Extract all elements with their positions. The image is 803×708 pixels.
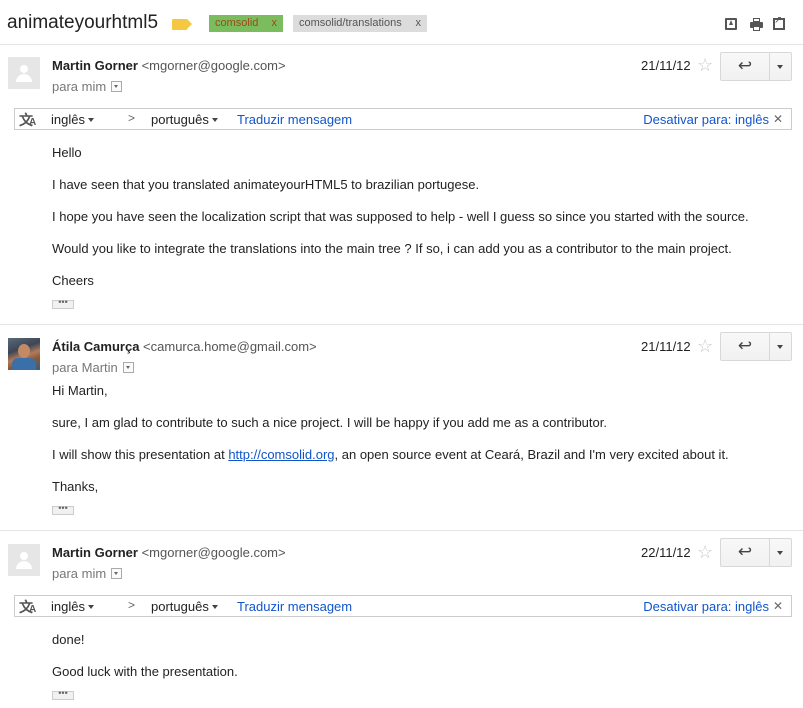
star-icon[interactable]: ☆ (697, 337, 713, 355)
target-language-select[interactable]: português (151, 112, 218, 127)
message-date: 21/11/12 (641, 58, 691, 73)
message-body-line: I have seen that you translated animatey… (52, 177, 480, 192)
translate-icon: 文A (19, 112, 37, 128)
source-language-select[interactable]: inglês (51, 112, 94, 127)
close-icon[interactable]: ✕ (773, 112, 783, 126)
star-icon[interactable]: ☆ (697, 56, 713, 74)
recipient-text: para mim (52, 566, 107, 581)
message-body-line: done! (52, 632, 85, 647)
message-date: 22/11/12 (641, 545, 691, 560)
disable-translation-link[interactable]: Desativar para: inglês (643, 599, 769, 614)
target-language-select[interactable]: português (151, 599, 218, 614)
print-icon[interactable] (750, 18, 763, 31)
more-actions-icon[interactable] (770, 539, 791, 566)
sender-name: Martin Gorner (52, 58, 138, 73)
divider (0, 44, 803, 45)
sender-email: <mgorner@google.com> (141, 545, 286, 560)
message-date: 21/11/12 (641, 339, 691, 354)
reply-icon[interactable]: ↩ (721, 53, 770, 80)
sender-name: Átila Camurça (52, 339, 140, 354)
translate-icon: 文A (19, 599, 37, 615)
more-actions-icon[interactable] (770, 333, 791, 360)
message-sender[interactable]: Martin Gorner <mgorner@google.com> (52, 545, 286, 560)
show-trimmed-content-button[interactable]: ••• (52, 504, 74, 515)
label-text: comsolid (215, 17, 259, 29)
message-sender[interactable]: Martin Gorner <mgorner@google.com> (52, 58, 286, 73)
disable-translation-link[interactable]: Desativar para: inglês (643, 112, 769, 127)
message-body-line: I hope you have seen the localization sc… (52, 209, 749, 224)
email-subject: animateyourhtml5 (7, 12, 159, 33)
show-trimmed-content-button[interactable]: ••• (52, 689, 74, 700)
message-sender[interactable]: Átila Camurça <camurca.home@gmail.com> (52, 339, 317, 354)
close-icon[interactable]: ✕ (773, 599, 783, 613)
message-body-line: Hello (52, 145, 82, 160)
sender-email: <camurca.home@gmail.com> (143, 339, 317, 354)
divider (0, 530, 803, 531)
details-dropdown-icon[interactable] (111, 568, 123, 579)
reply-button-group: ↩ (720, 52, 792, 81)
recipient-text: para Martin (52, 360, 118, 375)
recipient-line: para mim (52, 566, 123, 581)
more-actions-icon[interactable] (770, 53, 791, 80)
chevron-right-icon: > (128, 111, 136, 125)
sender-email: <mgorner@google.com> (141, 58, 286, 73)
message-body-line: Good luck with the presentation. (52, 664, 238, 679)
message-body-line: Cheers (52, 273, 94, 288)
reply-button-group: ↩ (720, 538, 792, 567)
chevron-right-icon: > (128, 598, 136, 612)
message-body-line: I will show this presentation at http://… (52, 447, 729, 462)
label-chip-comsolid[interactable]: comsolid x (209, 15, 283, 32)
label-tag-icon[interactable] (172, 19, 192, 30)
recipient-line: para mim (52, 79, 123, 94)
details-dropdown-icon[interactable] (111, 81, 123, 92)
message-body-line: sure, I am glad to contribute to such a … (52, 415, 607, 430)
remove-label-button[interactable]: x (416, 15, 422, 32)
avatar (8, 338, 40, 370)
message-body-line: Hi Martin, (52, 383, 108, 398)
remove-label-button[interactable]: x (272, 15, 278, 32)
reply-icon[interactable]: ↩ (721, 333, 770, 360)
label-chip-comsolid-translations[interactable]: comsolid/translations x (293, 15, 427, 32)
translate-bar: 文A inglês > português Traduzir mensagem … (14, 595, 792, 617)
star-icon[interactable]: ☆ (697, 543, 713, 561)
sender-name: Martin Gorner (52, 545, 138, 560)
recipient-line: para Martin (52, 360, 134, 375)
comsolid-link[interactable]: http://comsolid.org (228, 447, 334, 462)
recipient-text: para mim (52, 79, 107, 94)
new-window-icon[interactable] (773, 15, 785, 30)
translate-message-link[interactable]: Traduzir mensagem (237, 599, 352, 614)
translate-message-link[interactable]: Traduzir mensagem (237, 112, 352, 127)
expand-all-icon[interactable] (725, 18, 737, 30)
label-text: comsolid/translations (299, 17, 402, 29)
reply-button-group: ↩ (720, 332, 792, 361)
source-language-select[interactable]: inglês (51, 599, 94, 614)
translate-bar: 文A inglês > português Traduzir mensagem … (14, 108, 792, 130)
reply-icon[interactable]: ↩ (721, 539, 770, 566)
message-body-line: Thanks, (52, 479, 99, 494)
divider (0, 324, 803, 325)
avatar (8, 544, 40, 576)
details-dropdown-icon[interactable] (122, 362, 134, 373)
message-body-line: Would you like to integrate the translat… (52, 241, 732, 256)
show-trimmed-content-button[interactable]: ••• (52, 298, 74, 309)
avatar (8, 57, 40, 89)
